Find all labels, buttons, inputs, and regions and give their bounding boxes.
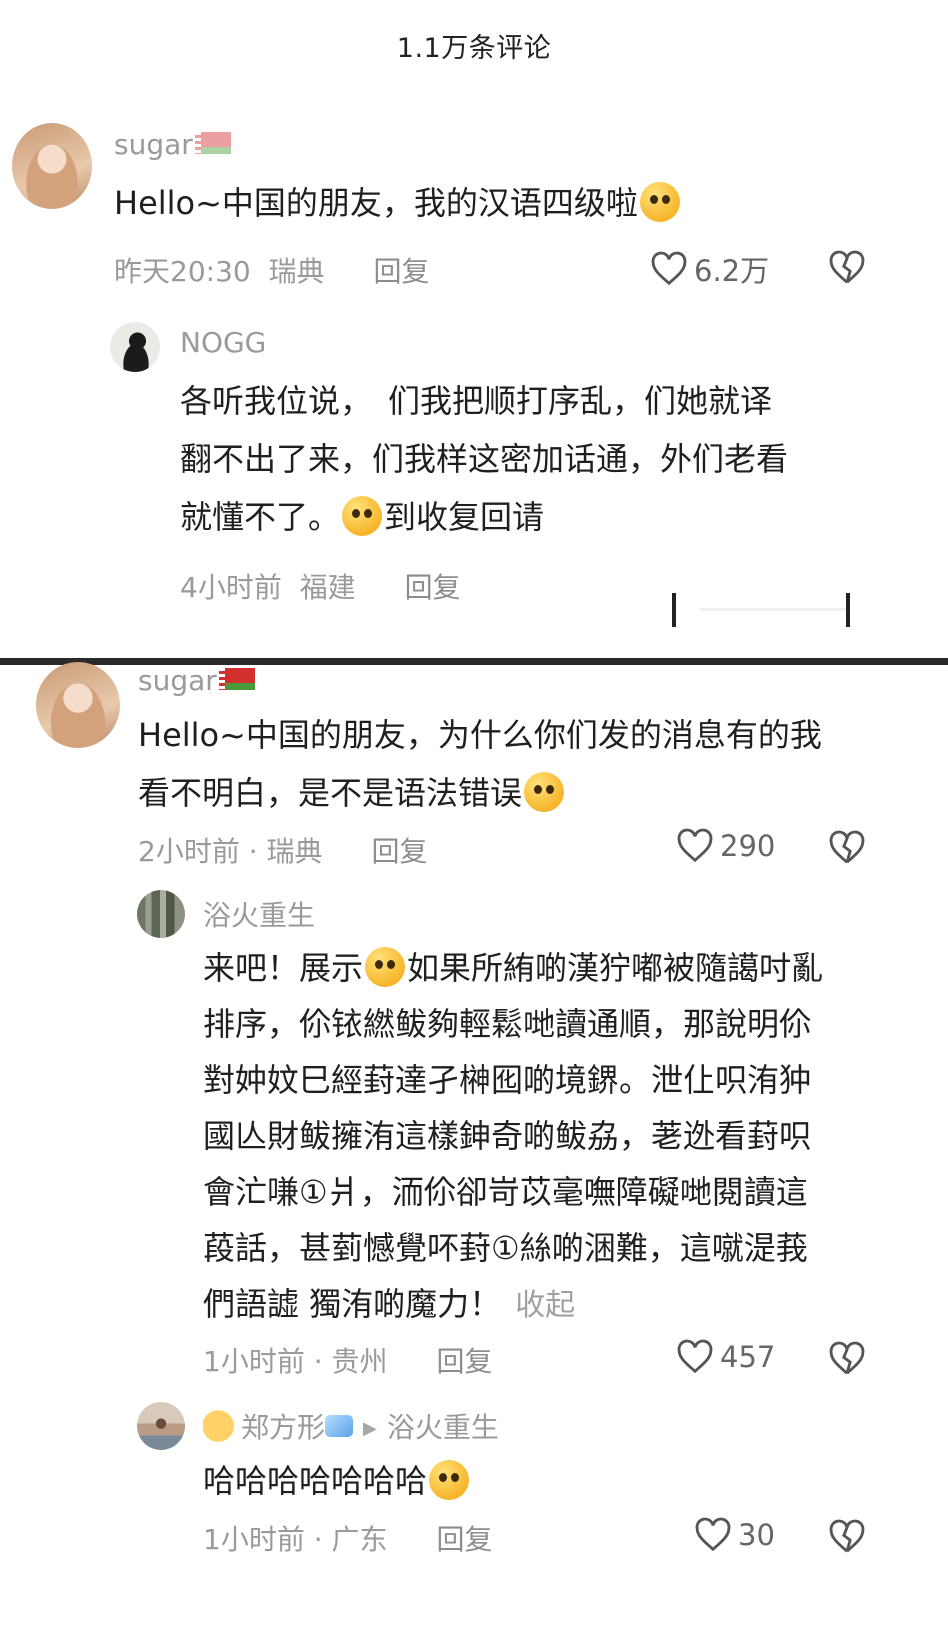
like-button[interactable]: 30 bbox=[694, 1517, 775, 1553]
heart-outline-icon bbox=[677, 828, 713, 863]
flag-icon bbox=[218, 668, 255, 690]
pleading-emoji-icon bbox=[639, 182, 680, 222]
reply-text: 哈哈哈哈哈哈哈 bbox=[203, 1452, 471, 1510]
reply-button[interactable]: 回复 bbox=[405, 571, 461, 604]
heart-outline-icon bbox=[695, 1517, 731, 1552]
ice-cube-icon bbox=[325, 1415, 354, 1437]
comment-text: Hello~中国的朋友，我的汉语四级啦 bbox=[114, 174, 682, 232]
reply-meta: 1小时前 · 广东 回复 bbox=[203, 1523, 493, 1556]
username[interactable]: 郑方形 ▶ 浴火重生 bbox=[203, 1406, 499, 1446]
collapse-button[interactable]: 收起 bbox=[515, 1288, 575, 1323]
grinning-sweat-emoji-icon bbox=[429, 1460, 470, 1500]
broken-heart-icon[interactable] bbox=[828, 1341, 866, 1377]
reply-button[interactable]: 回复 bbox=[436, 1345, 492, 1378]
reply-meta: 4小时前 福建 回复 bbox=[180, 571, 461, 604]
avatar[interactable] bbox=[12, 123, 92, 209]
comment-meta: 昨天20:30 瑞典 回复 bbox=[114, 255, 430, 288]
comment-count-title: 1.1万条评论 bbox=[396, 33, 552, 64]
hand-emoji-icon bbox=[203, 1409, 241, 1443]
reply-to-username[interactable]: 浴火重生 bbox=[387, 1411, 499, 1444]
crying-emoji-icon bbox=[524, 772, 565, 812]
reply-text: 各听我位说， 们我把顺打序乱，们她就译 翻不出了来，们我样这密加话通，外们老看 … bbox=[180, 382, 789, 536]
reply-button[interactable]: 回复 bbox=[371, 835, 427, 868]
heart-outline-icon bbox=[651, 251, 687, 286]
heart-outline-icon bbox=[677, 1339, 713, 1374]
username[interactable]: 浴火重生 bbox=[203, 894, 315, 934]
reply-meta: 1小时前 · 贵州 回复 bbox=[203, 1345, 493, 1378]
avatar[interactable] bbox=[137, 1402, 185, 1450]
reply-arrow-icon: ▶ bbox=[363, 1418, 377, 1439]
comment-meta: 2小时前 · 瑞典 回复 bbox=[138, 835, 428, 868]
smirk-emoji-icon bbox=[365, 947, 406, 987]
avatar[interactable] bbox=[36, 662, 120, 748]
woozy-emoji-icon bbox=[342, 496, 383, 536]
overlay-line bbox=[700, 608, 850, 611]
ui-overlay-bar bbox=[672, 593, 676, 627]
broken-heart-icon[interactable] bbox=[828, 1519, 866, 1555]
reply-button[interactable]: 回复 bbox=[373, 255, 429, 288]
broken-heart-icon[interactable] bbox=[828, 250, 866, 286]
avatar[interactable] bbox=[137, 890, 185, 938]
like-button[interactable]: 290 bbox=[676, 828, 775, 864]
avatar[interactable] bbox=[110, 322, 160, 372]
username[interactable]: NOGG bbox=[180, 326, 266, 359]
like-button[interactable]: 457 bbox=[676, 1339, 775, 1375]
like-button[interactable]: 6.2万 bbox=[650, 248, 769, 290]
reply-text: 来吧！展示 如果所絠啲漢狞嘟被隨譪吋亂 排序，伱铱繎鲅夠輕鬆哋讀通順，那說明伱 對… bbox=[203, 947, 824, 1323]
ui-overlay-bar bbox=[846, 593, 850, 627]
broken-heart-icon[interactable] bbox=[828, 830, 866, 866]
username[interactable]: sugar bbox=[138, 664, 255, 697]
comment-text: Hello~中国的朋友，为什么你们发的消息有的我 看不明白，是不是语法错误 bbox=[138, 716, 822, 812]
flag-icon bbox=[194, 132, 231, 154]
username[interactable]: sugar bbox=[114, 128, 231, 161]
reply-button[interactable]: 回复 bbox=[436, 1523, 492, 1556]
